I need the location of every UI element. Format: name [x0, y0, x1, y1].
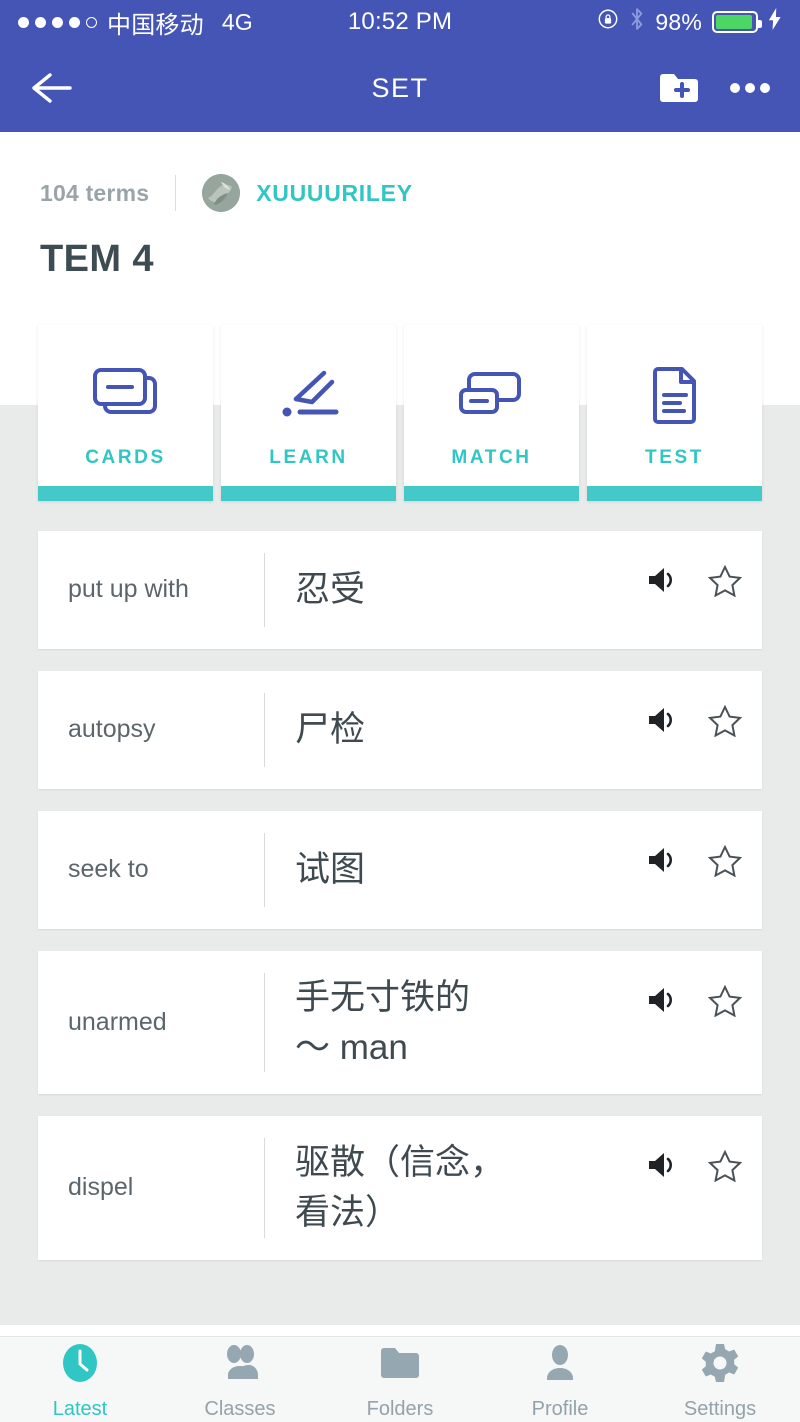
mode-label: LEARN [269, 447, 348, 468]
rotation-lock-icon [597, 8, 619, 36]
bluetooth-icon [629, 7, 645, 37]
status-bar-right: 98% [452, 7, 782, 37]
avatar[interactable] [202, 174, 241, 212]
term-row[interactable]: put up with 忍受 [38, 531, 762, 649]
term-row[interactable]: unarmed 手无寸铁的 ～ man [38, 951, 762, 1095]
term-actions [646, 671, 742, 789]
speaker-icon[interactable] [646, 1150, 680, 1180]
term-actions [646, 531, 742, 649]
term-word: unarmed [68, 1008, 167, 1037]
author-username[interactable]: XUUUURILEY [256, 180, 413, 207]
clock-icon [56, 1339, 104, 1392]
nav-bar: SET [0, 44, 800, 132]
term-actions [646, 811, 742, 929]
people-icon [216, 1339, 264, 1392]
study-modes-section: CARDS LEARN MATCH TEST [0, 325, 800, 511]
pencil-icon [274, 357, 344, 431]
tab-settings[interactable]: Settings [640, 1339, 800, 1421]
tab-label: Profile [531, 1397, 589, 1420]
term-row[interactable]: autopsy 尸检 [38, 671, 762, 789]
bottom-tab-bar: Latest Classes Folders Profile Settings [0, 1336, 800, 1422]
battery-percent-label: 98% [655, 8, 703, 35]
more-options-icon[interactable] [730, 82, 770, 94]
mode-cards-button[interactable]: CARDS [38, 325, 213, 501]
status-bar-left: 中国移动 4G [18, 5, 348, 40]
term-actions [646, 1116, 742, 1259]
folder-icon [376, 1339, 424, 1392]
tab-profile[interactable]: Profile [480, 1339, 640, 1421]
tab-folders[interactable]: Folders [320, 1339, 480, 1421]
mode-underline [38, 486, 213, 501]
term-definition: 试图 [295, 850, 366, 890]
nav-bar-actions [658, 70, 770, 106]
add-to-folder-icon[interactable] [658, 70, 700, 106]
term-definition: 忍受 [295, 570, 366, 610]
term-count-label: 104 terms [40, 179, 150, 206]
person-icon [536, 1339, 584, 1392]
star-outline-icon[interactable] [708, 565, 742, 597]
term-row[interactable]: seek to 试图 [38, 811, 762, 929]
mode-match-button[interactable]: MATCH [404, 325, 579, 501]
tab-classes[interactable]: Classes [160, 1339, 320, 1421]
mode-underline [587, 486, 762, 501]
mode-label: MATCH [451, 447, 532, 468]
back-arrow-icon[interactable] [30, 70, 74, 106]
tab-label: Latest [52, 1397, 108, 1420]
document-icon [640, 357, 710, 431]
term-word: autopsy [68, 715, 156, 744]
term-word: seek to [68, 855, 149, 884]
battery-icon [712, 11, 763, 33]
term-actions [646, 951, 742, 1094]
term-word: put up with [68, 575, 189, 604]
term-definition: 手无寸铁的 ～ man [295, 978, 471, 1067]
carrier-label: 中国移动 [107, 11, 204, 39]
term-definition: 尸检 [295, 710, 366, 750]
speaker-icon[interactable] [646, 845, 680, 875]
network-type-label: 4G [221, 8, 253, 35]
mode-underline [404, 486, 579, 501]
mode-test-button[interactable]: TEST [587, 325, 762, 501]
gear-icon [696, 1339, 744, 1392]
term-definition: 驱散（信念， 看法） [295, 1143, 506, 1233]
mode-label: TEST [645, 447, 704, 468]
study-modes-row: CARDS LEARN MATCH TEST [0, 325, 800, 501]
set-title: TEM 4 [40, 238, 154, 280]
match-icon [457, 357, 527, 431]
speaker-icon[interactable] [646, 565, 680, 595]
star-outline-icon[interactable] [708, 705, 742, 737]
star-outline-icon[interactable] [708, 985, 742, 1017]
app-root: 中国移动 4G 10:52 PM 98% SET 104 terms XUUUU… [0, 0, 800, 1422]
tab-label: Classes [204, 1397, 276, 1420]
charging-bolt-icon [768, 8, 782, 36]
tab-label: Folders [366, 1397, 434, 1420]
mode-label: CARDS [85, 447, 166, 468]
star-outline-icon[interactable] [708, 1150, 742, 1183]
star-outline-icon[interactable] [708, 845, 742, 877]
term-word: dispel [68, 1173, 134, 1202]
mode-underline [221, 486, 396, 501]
set-header: 104 terms XUUUURILEY TEM 4 [0, 132, 800, 281]
clock-label: 10:52 PM [347, 8, 453, 35]
tab-latest[interactable]: Latest [0, 1339, 160, 1421]
speaker-icon[interactable] [646, 985, 680, 1015]
back-button[interactable] [30, 70, 74, 106]
terms-list: put up with 忍受 autopsy 尸检 seek to 试图 una… [0, 505, 800, 1325]
signal-strength-icon [18, 16, 97, 28]
mode-learn-button[interactable]: LEARN [221, 325, 396, 501]
status-bar: 中国移动 4G 10:52 PM 98% [0, 0, 800, 44]
term-row[interactable]: dispel 驱散（信念， 看法） [38, 1116, 762, 1260]
meta-divider [175, 175, 177, 211]
tab-label: Settings [683, 1397, 757, 1420]
set-meta: 104 terms XUUUURILEY [40, 174, 760, 212]
cards-icon [91, 357, 161, 431]
speaker-icon[interactable] [646, 705, 680, 735]
